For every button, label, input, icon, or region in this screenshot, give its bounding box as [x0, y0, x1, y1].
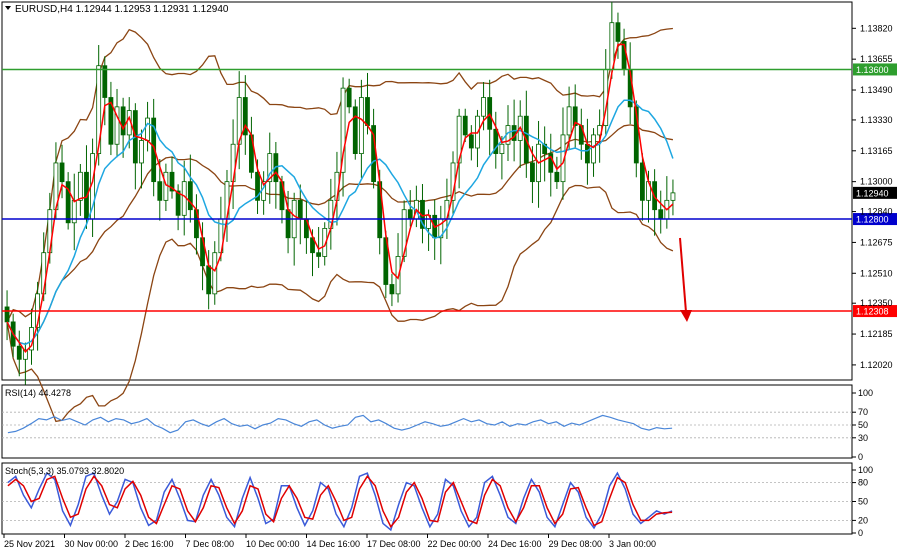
candle-body[interactable] [530, 162, 535, 183]
y-tick-label: 80 [858, 478, 868, 488]
candle-body[interactable] [670, 192, 676, 201]
stoch-header: Stoch(5,3,3) 35.0793 32.8020 [5, 466, 124, 476]
candle-body[interactable] [407, 209, 413, 220]
y-tick-label: 1.13490 [860, 85, 893, 95]
y-tick-label: 1.13820 [860, 23, 893, 33]
candle-body[interactable] [640, 162, 645, 201]
stoch-panel[interactable] [1, 462, 853, 535]
x-tick-label: 2 Dec 16:00 [125, 539, 174, 549]
y-tick-label: 1.12350 [860, 298, 893, 308]
rsi-panel[interactable] [1, 384, 853, 459]
candle-body[interactable] [462, 115, 468, 136]
candle-body[interactable] [16, 345, 22, 360]
candle-body[interactable] [297, 199, 303, 220]
chart-window[interactable]: 1.13600 1.12800 1.12308 1.12940 1.13820 1.13… [0, 0, 900, 554]
x-tick-label: 29 Dec 08:00 [549, 539, 603, 549]
candle-body[interactable] [566, 106, 572, 136]
y-tick-label: 1.12840 [860, 207, 893, 217]
y-tick-label: 70 [858, 407, 868, 417]
y-tick-label: 1.12185 [860, 329, 893, 339]
y-tick-label: 50 [858, 497, 868, 507]
x-tick-label: 7 Dec 08:00 [186, 539, 235, 549]
candle-body[interactable] [145, 117, 150, 141]
candle-body[interactable] [285, 209, 291, 239]
y-tick-label: 100 [858, 465, 873, 475]
x-tick-label: 25 Nov 2021 [4, 539, 55, 549]
y-tick-label: 30 [858, 433, 868, 443]
candle-body[interactable] [389, 284, 395, 295]
y-tick-label: 1.13330 [860, 115, 893, 125]
candle-body[interactable] [585, 143, 590, 164]
y-tick-label: 1.13165 [860, 146, 893, 156]
x-tick-label: 24 Dec 16:00 [488, 539, 542, 549]
candle-body[interactable] [609, 22, 615, 70]
candle-body[interactable] [120, 106, 126, 136]
x-tick-label: 3 Jan 00:00 [609, 539, 656, 549]
candle-body[interactable] [175, 190, 181, 216]
time-axis: 25 Nov 2021 30 Nov 00:00 2 Dec 16:00 7 Dec … [3, 534, 656, 549]
y-tick-label: 0 [858, 452, 863, 462]
y-tick-label: 1.12020 [860, 360, 893, 370]
x-tick-label: 30 Nov 00:00 [65, 539, 119, 549]
symbol-header: EURUSD,H4 1.12944 1.12953 1.12931 1.1294… [15, 4, 229, 15]
x-tick-label: 17 Dec 08:00 [367, 539, 421, 549]
x-tick-label: 22 Dec 00:00 [428, 539, 482, 549]
candle-body[interactable] [206, 265, 212, 295]
x-tick-label: 14 Dec 16:00 [307, 539, 361, 549]
y-tick-label: 0 [858, 528, 863, 538]
candle-body[interactable] [59, 162, 65, 183]
candle-body[interactable] [346, 87, 352, 108]
candle-body[interactable] [352, 106, 358, 154]
candle-body[interactable] [499, 143, 505, 154]
x-tick-label: 10 Dec 00:00 [246, 539, 300, 549]
candle-body[interactable] [658, 209, 664, 220]
candle-body[interactable] [615, 22, 621, 42]
rsi-header: RSI(14) 44.4278 [5, 388, 71, 398]
price-panel[interactable] [1, 1, 853, 381]
candle-body[interactable] [187, 181, 193, 211]
candle-body[interactable] [4, 306, 10, 323]
candle-body[interactable] [77, 171, 83, 201]
candle-body[interactable] [591, 134, 596, 164]
candle-body[interactable] [365, 97, 370, 126]
current-price-label: 1.12940 [856, 188, 889, 198]
candle-body[interactable] [358, 97, 364, 154]
y-tick-label: 1.13000 [860, 177, 893, 187]
candle-body[interactable] [316, 252, 322, 257]
candle-body[interactable] [554, 171, 560, 183]
price-level-label: 1.13600 [856, 65, 889, 75]
candle-body[interactable] [481, 97, 486, 117]
y-tick-label: 1.13655 [860, 54, 893, 64]
y-tick-label: 50 [858, 420, 868, 430]
y-tick-label: 100 [858, 388, 873, 398]
y-tick-label: 1.12675 [860, 237, 893, 247]
y-tick-label: 1.12510 [860, 268, 893, 278]
chart-canvas[interactable]: 1.136001.128001.123081.12940 1.138201.13… [0, 0, 900, 554]
candle-body[interactable] [102, 65, 108, 98]
candle-body[interactable] [139, 140, 144, 164]
candle-body[interactable] [212, 252, 218, 295]
y-tick-label: 20 [858, 515, 868, 525]
candle-body[interactable] [468, 134, 474, 149]
candle-body[interactable] [157, 181, 163, 201]
